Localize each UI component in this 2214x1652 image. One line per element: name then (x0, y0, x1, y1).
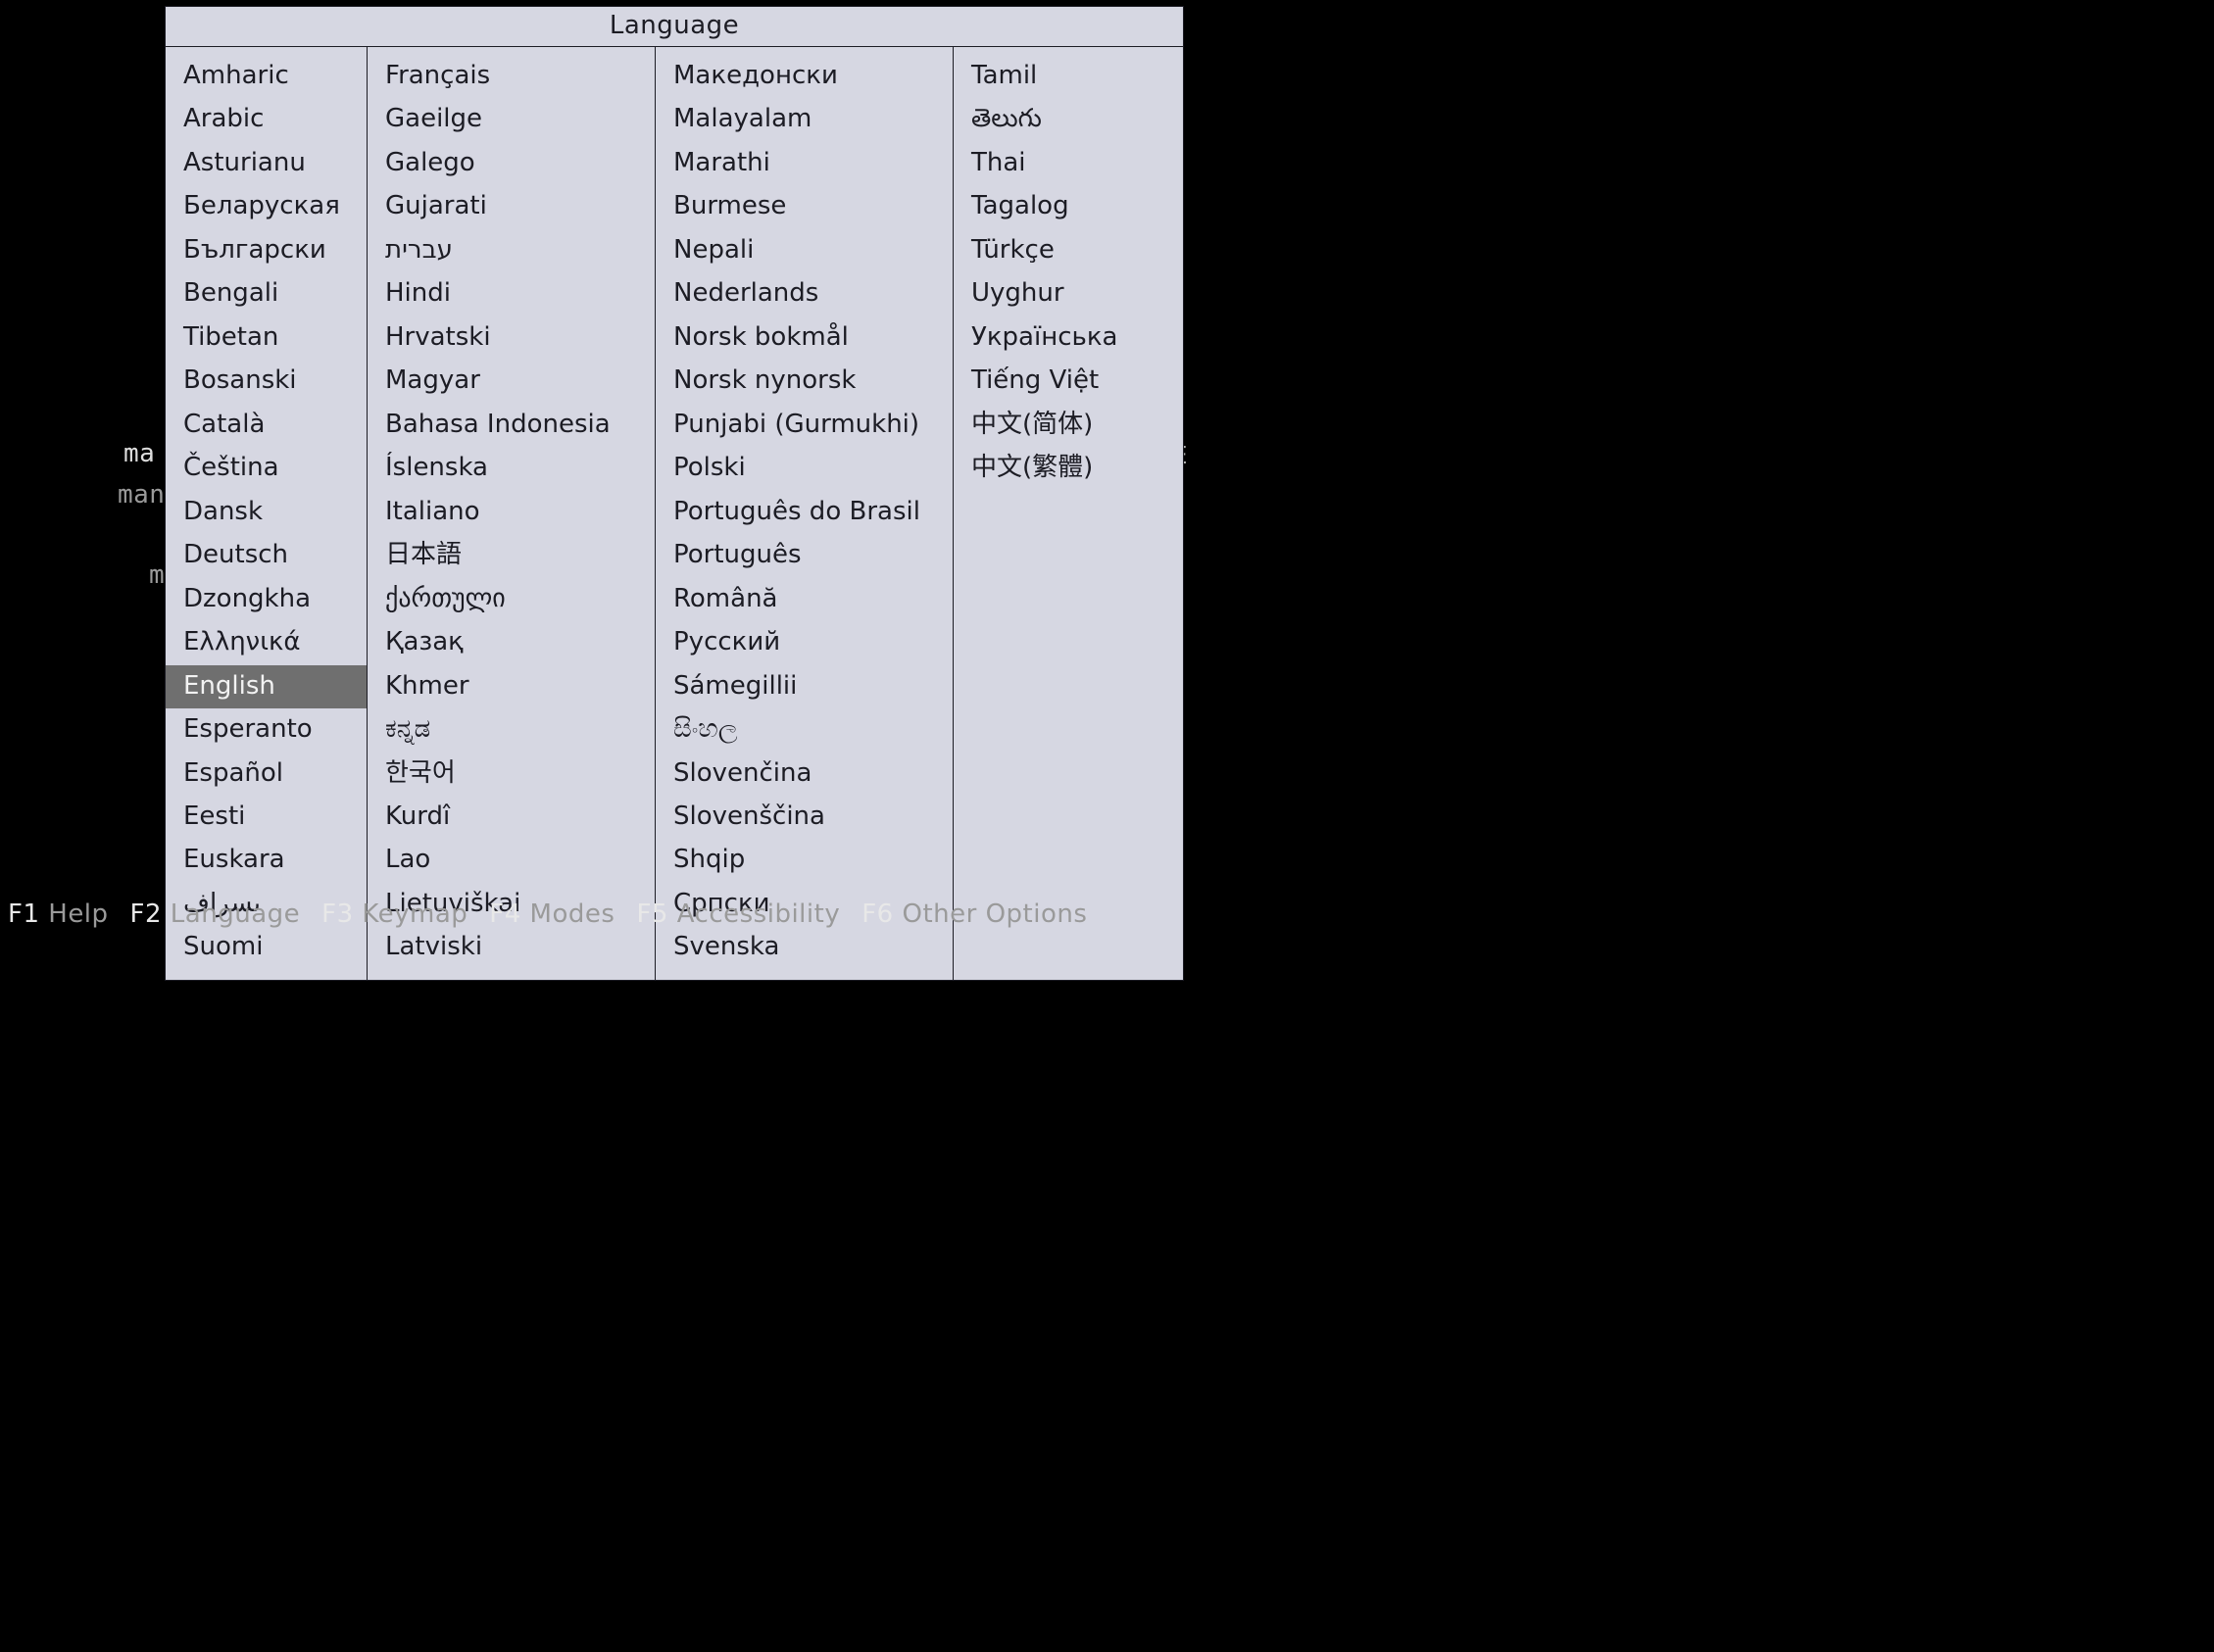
language-option[interactable]: Burmese (656, 185, 953, 228)
language-column-4: TamilతెలుగుThaiTagalogTürkçeUyghurУкраїн… (954, 47, 1183, 980)
background-text: m (149, 560, 165, 590)
background-text: ma (123, 439, 155, 468)
language-option[interactable]: Magyar (368, 360, 655, 403)
fkey-label: Keymap (354, 899, 468, 929)
language-option[interactable]: Uyghur (954, 272, 1183, 316)
language-option[interactable]: Kurdî (368, 796, 655, 839)
language-option[interactable]: Română (656, 578, 953, 621)
language-option[interactable]: Italiano (368, 491, 655, 534)
language-option[interactable]: Eesti (166, 796, 367, 839)
language-option[interactable]: Bengali (166, 272, 367, 316)
language-option[interactable]: Polski (656, 447, 953, 490)
fkey-f5[interactable]: F5 Accessibility (636, 899, 840, 929)
language-column-3: МакедонскиMalayalamMarathiBurmeseNepaliN… (656, 47, 954, 980)
language-option[interactable]: Lao (368, 839, 655, 882)
language-option[interactable]: Čeština (166, 447, 367, 490)
language-option[interactable]: Français (368, 55, 655, 98)
language-option[interactable]: Türkçe (954, 229, 1183, 272)
language-option[interactable]: Dzongkha (166, 578, 367, 621)
language-option[interactable]: ქართული (368, 578, 655, 621)
language-option[interactable]: Marathi (656, 142, 953, 185)
language-option[interactable]: Русский (656, 621, 953, 664)
language-option[interactable]: Беларуская (166, 185, 367, 228)
fkey-f1[interactable]: F1 Help (8, 899, 109, 929)
language-option[interactable]: Thai (954, 142, 1183, 185)
fkey-f2[interactable]: F2 Language (130, 899, 301, 929)
language-option[interactable]: Amharic (166, 55, 367, 98)
language-option[interactable]: 中文(繁體) (954, 447, 1183, 490)
language-option[interactable]: Български (166, 229, 367, 272)
language-option[interactable]: Latviski (368, 926, 655, 969)
language-option[interactable]: Gaeilge (368, 98, 655, 141)
fkey-f4[interactable]: F4 Modes (489, 899, 615, 929)
language-option[interactable]: Gujarati (368, 185, 655, 228)
language-option[interactable]: עברית (368, 229, 655, 272)
language-option[interactable]: Македонски (656, 55, 953, 98)
language-option[interactable]: Malayalam (656, 98, 953, 141)
fkey-key: F1 (8, 899, 40, 929)
language-option[interactable]: English (166, 665, 367, 708)
language-option[interactable]: Tamil (954, 55, 1183, 98)
language-option[interactable]: 한국어 (368, 753, 655, 796)
language-option[interactable]: Khmer (368, 665, 655, 708)
language-option[interactable]: Português (656, 534, 953, 577)
language-option[interactable]: Nepali (656, 229, 953, 272)
language-option[interactable]: Slovenščina (656, 796, 953, 839)
language-option[interactable]: తెలుగు (954, 98, 1183, 141)
fkey-label: Modes (521, 899, 615, 929)
language-option[interactable]: Punjabi (Gurmukhi) (656, 404, 953, 447)
language-option[interactable]: 中文(简体) (954, 404, 1183, 447)
language-option[interactable]: 日本語 (368, 534, 655, 577)
language-option[interactable]: Arabic (166, 98, 367, 141)
fkey-f3[interactable]: F3 Keymap (321, 899, 467, 929)
language-columns: AmharicArabicAsturianuБеларускаяБългарск… (166, 47, 1183, 980)
language-option[interactable]: Català (166, 404, 367, 447)
fkey-key: F6 (861, 899, 894, 929)
language-option[interactable]: Español (166, 753, 367, 796)
language-option[interactable]: Suomi (166, 926, 367, 969)
language-option[interactable]: Tibetan (166, 316, 367, 360)
language-dialog: Language AmharicArabicAsturianuБеларуска… (165, 6, 1184, 981)
language-option[interactable]: Українська (954, 316, 1183, 360)
fkey-label: Help (40, 899, 109, 929)
language-option[interactable]: Shqip (656, 839, 953, 882)
language-option[interactable]: Nederlands (656, 272, 953, 316)
fkey-key: F5 (636, 899, 668, 929)
language-option[interactable]: Ελληνικά (166, 621, 367, 664)
language-option[interactable]: ಕನ್ನಡ (368, 708, 655, 752)
fkey-key: F2 (130, 899, 163, 929)
fkey-label: Accessibility (668, 899, 840, 929)
fkey-f6[interactable]: F6 Other Options (861, 899, 1087, 929)
language-option[interactable]: Tiếng Việt (954, 360, 1183, 403)
language-option[interactable]: Esperanto (166, 708, 367, 752)
language-option[interactable]: Asturianu (166, 142, 367, 185)
fkey-label: Other Options (894, 899, 1088, 929)
language-option[interactable]: Sámegillii (656, 665, 953, 708)
dialog-title: Language (166, 7, 1183, 47)
background-text: man (118, 480, 165, 510)
language-option[interactable]: Norsk bokmål (656, 316, 953, 360)
language-option[interactable]: Tagalog (954, 185, 1183, 228)
fkey-key: F3 (321, 899, 354, 929)
fkey-label: Language (162, 899, 300, 929)
fkey-key: F4 (489, 899, 521, 929)
function-key-bar: F1 Help F2 Language F3 Keymap F4 Modes F5 Ac… (8, 899, 1247, 929)
language-option[interactable]: Deutsch (166, 534, 367, 577)
language-option[interactable]: Português do Brasil (656, 491, 953, 534)
language-column-1: AmharicArabicAsturianuБеларускаяБългарск… (166, 47, 368, 980)
language-option[interactable]: Euskara (166, 839, 367, 882)
language-option[interactable]: Svenska (656, 926, 953, 969)
language-option[interactable]: Hrvatski (368, 316, 655, 360)
language-option[interactable]: Hindi (368, 272, 655, 316)
language-option[interactable]: Dansk (166, 491, 367, 534)
language-column-2: FrançaisGaeilgeGalegoGujaratiעבריתHindiH… (368, 47, 656, 980)
language-option[interactable]: සිංහල (656, 708, 953, 752)
language-option[interactable]: Norsk nynorsk (656, 360, 953, 403)
language-option[interactable]: Galego (368, 142, 655, 185)
language-option[interactable]: Íslenska (368, 447, 655, 490)
language-option[interactable]: Қазақ (368, 621, 655, 664)
language-option[interactable]: Bahasa Indonesia (368, 404, 655, 447)
language-option[interactable]: Bosanski (166, 360, 367, 403)
language-option[interactable]: Slovenčina (656, 753, 953, 796)
